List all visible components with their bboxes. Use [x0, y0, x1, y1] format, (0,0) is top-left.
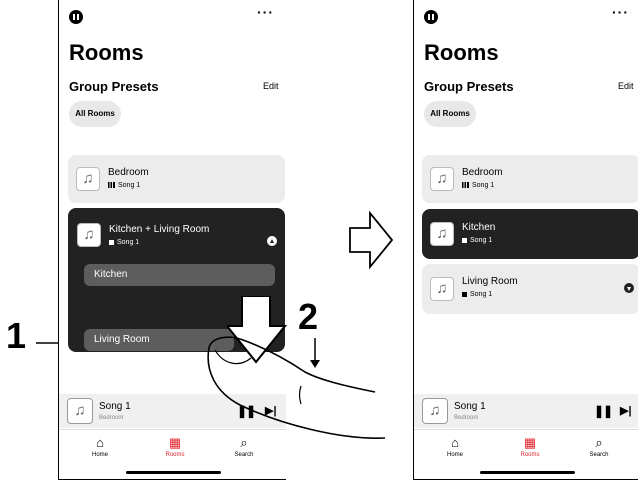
room-card-bedroom[interactable]: ♫ Bedroom Song 1 [68, 155, 285, 203]
now-playing: Song 1 [462, 291, 492, 298]
home-icon: ⌂ [96, 435, 104, 450]
finger-gesture-icon [207, 336, 386, 439]
mini-player-room: Bedroom [454, 415, 479, 421]
now-playing: Song 1 [108, 182, 140, 189]
tab-home[interactable]: ⌂ Home [430, 435, 480, 458]
song-label: Song 1 [470, 291, 493, 298]
step-2-callout: 2 [298, 296, 319, 337]
music-note-icon: ♫ [422, 398, 448, 424]
song-label: Song 1 [117, 239, 140, 246]
stopped-icon [462, 237, 467, 243]
music-note-icon: ♫ [67, 398, 93, 424]
edit-button[interactable]: Edit [618, 81, 634, 91]
stopped-icon [462, 291, 467, 297]
all-rooms-preset[interactable]: All Rooms [69, 101, 121, 127]
transition-arrow-icon [349, 210, 394, 270]
playing-bars-icon [462, 182, 469, 189]
home-icon: ⌂ [451, 435, 459, 450]
tab-bar: ⌂ Home ▦ Rooms ⌕ Search [414, 429, 638, 479]
step-1-callout: 1 [6, 315, 27, 356]
now-playing: Song 1 [462, 182, 494, 189]
song-label: Song 1 [118, 182, 141, 189]
search-icon: ⌕ [595, 435, 603, 450]
mini-player-room: Bedroom [99, 415, 124, 421]
sub-room-kitchen[interactable]: Kitchen [84, 264, 275, 286]
step-2-arrow-icon [310, 338, 320, 368]
pause-status-icon[interactable] [69, 10, 83, 24]
room-name: Kitchen [462, 222, 496, 233]
group-name: Kitchen + Living Room [109, 224, 210, 235]
music-note-icon: ♫ [77, 223, 101, 247]
pause-icon[interactable]: ❚❚ [594, 404, 613, 418]
stopped-icon [109, 239, 114, 245]
mini-player-song: Song 1 [454, 401, 486, 412]
playing-bars-icon [108, 182, 115, 189]
mini-player[interactable]: ♫ Song 1 Bedroom ❚❚ ▶| [414, 394, 638, 428]
rooms-icon: ▦ [168, 435, 182, 450]
room-name: Bedroom [462, 167, 503, 178]
tab-label: Search [589, 452, 609, 458]
all-rooms-preset[interactable]: All Rooms [424, 101, 476, 127]
tab-label: Rooms [165, 452, 185, 458]
room-card-kitchen[interactable]: ♫ Kitchen Song 1 [422, 209, 638, 259]
tab-label: Rooms [520, 452, 540, 458]
more-options-icon[interactable]: ··· [612, 4, 629, 20]
tab-label: Home [446, 452, 463, 458]
music-note-icon: ♫ [430, 222, 454, 246]
now-playing: Song 1 [109, 239, 139, 246]
page-title: Rooms [424, 40, 499, 65]
home-indicator [125, 471, 221, 474]
tab-label: Home [91, 452, 108, 458]
more-options-icon[interactable]: ··· [257, 4, 274, 20]
music-note-icon: ♫ [430, 277, 454, 301]
tab-rooms[interactable]: ▦ Rooms [505, 435, 555, 458]
collapse-icon[interactable] [267, 236, 277, 246]
room-name: Living Room [462, 276, 518, 287]
music-note-icon: ♫ [76, 167, 100, 191]
room-name: Bedroom [108, 167, 149, 178]
group-presets-heading: Group Presets [424, 79, 514, 94]
tab-home[interactable]: ⌂ Home [75, 435, 125, 458]
page-title: Rooms [69, 40, 144, 65]
group-presets-heading: Group Presets [69, 79, 159, 94]
now-playing: Song 1 [462, 237, 492, 244]
room-card-bedroom[interactable]: ♫ Bedroom Song 1 [422, 155, 638, 203]
phone-screen-after: ··· Rooms Group Presets Edit All Rooms ♫… [413, 0, 638, 480]
home-indicator [479, 471, 575, 474]
music-note-icon: ♫ [430, 167, 454, 191]
next-track-icon[interactable]: ▶| [620, 404, 632, 417]
pause-status-icon[interactable] [424, 10, 438, 24]
song-label: Song 1 [472, 182, 495, 189]
rooms-icon: ▦ [523, 435, 537, 450]
room-card-living-room[interactable]: ♫ Living Room Song 1 [422, 264, 638, 314]
mini-player-song: Song 1 [99, 401, 131, 412]
edit-button[interactable]: Edit [263, 81, 279, 91]
tab-search[interactable]: ⌕ Search [574, 435, 624, 458]
song-label: Song 1 [470, 237, 493, 244]
tab-rooms[interactable]: ▦ Rooms [150, 435, 200, 458]
expand-icon[interactable] [624, 283, 634, 293]
